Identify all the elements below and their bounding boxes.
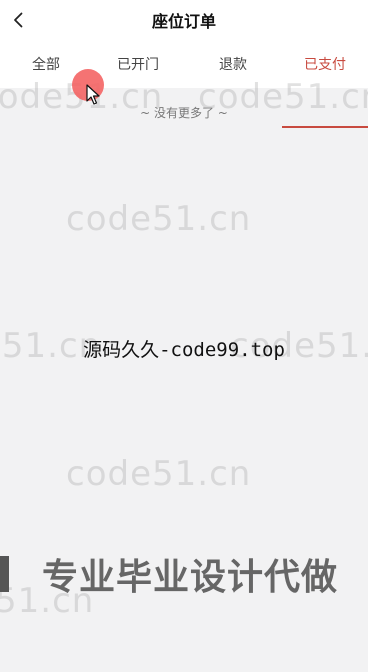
active-tab-indicator <box>282 126 368 128</box>
promo-banner: 专业毕业设计代做 <box>0 548 368 608</box>
page-title: 座位订单 <box>151 12 216 31</box>
top-app-bar: 座位订单 <box>0 0 368 40</box>
watermark-text: code51.cn <box>66 454 252 494</box>
mouse-pointer-icon <box>86 84 100 105</box>
watermark-text: code51.cn <box>66 199 252 239</box>
center-watermark-text: 源码久久-code99.top <box>83 339 285 361</box>
banner-accent-bar <box>0 556 9 592</box>
banner-text: 专业毕业设计代做 <box>42 557 339 598</box>
watermark-text: code51.cn <box>198 77 368 117</box>
